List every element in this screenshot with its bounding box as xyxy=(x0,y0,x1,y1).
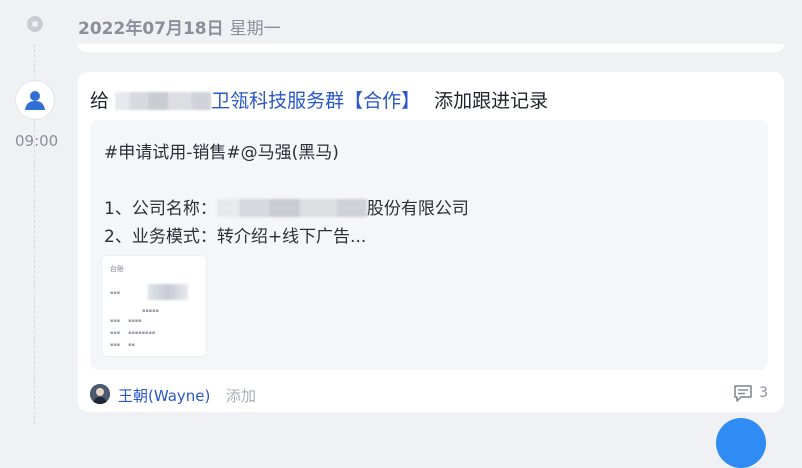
redacted-company xyxy=(216,199,367,217)
author-photo-icon xyxy=(90,384,110,404)
avatar[interactable] xyxy=(15,80,55,120)
floating-action-button[interactable] xyxy=(716,418,766,468)
thumbnail-row: ▪▪▪ ▪▪▪▪▪▪▪▪ xyxy=(110,330,156,336)
thumbnail-row: ▪▪▪▪▪ xyxy=(142,308,159,314)
content-box: #申请试用-销售#@马强(黑马) 1、公司名称： 股份有限公司 2、业务模式：转介… xyxy=(90,120,768,370)
content-line-company: 1、公司名称： 股份有限公司 xyxy=(104,194,469,219)
title-action: 添加跟进记录 xyxy=(434,90,549,112)
weekday-text: 星期一 xyxy=(229,19,281,39)
author-avatar[interactable] xyxy=(90,384,110,404)
date-header: 2022年07月18日 星期一 xyxy=(78,14,281,39)
company-suffix: 股份有限公司 xyxy=(366,199,469,219)
followup-card: 给 卫瓴科技服务群【合作】 添加跟进记录 #申请试用-销售#@马强(黑马) 1、… xyxy=(78,72,784,412)
timeline-dot-icon xyxy=(27,16,43,32)
thumbnail-row: ▪▪▪ ▪▪ xyxy=(110,342,135,348)
thumbnail-title: 台账 xyxy=(110,265,124,273)
thumbnail-row: ▪▪▪ xyxy=(110,290,121,296)
card-title: 给 卫瓴科技服务群【合作】 添加跟进记录 xyxy=(90,86,548,113)
author-name[interactable]: 王朝(Wayne) xyxy=(118,385,210,406)
title-prefix: 给 xyxy=(90,90,110,112)
attachment-thumbnail[interactable]: 台账 ▪▪▪ ▪▪▪▪▪ ▪▪▪ ▪▪▪▪ ▪▪▪ ▪▪▪▪▪▪▪▪ ▪▪▪ ▪… xyxy=(102,256,206,356)
add-button[interactable]: 添加 xyxy=(226,385,256,406)
date-text: 2022年07月18日 xyxy=(78,19,224,39)
card-footer: 王朝(Wayne) 添加 3 xyxy=(90,382,780,406)
comment-count: 3 xyxy=(759,385,768,401)
redacted-group-prefix xyxy=(115,92,212,110)
thumbnail-redacted xyxy=(148,284,188,300)
content-line-business: 2、业务模式：转介绍+线下广告... xyxy=(104,227,367,247)
previous-card-bottom xyxy=(78,44,784,52)
thumbnail-row: ▪▪▪ ▪▪▪▪ xyxy=(110,318,142,324)
entry-time: 09:00 xyxy=(15,132,59,150)
comment-button[interactable]: 3 xyxy=(733,383,768,403)
company-label: 1、公司名称： xyxy=(104,199,217,219)
comment-icon xyxy=(734,385,752,402)
user-icon xyxy=(25,91,45,110)
content-line-tag: #申请试用-销售#@马强(黑马) xyxy=(104,143,339,163)
group-link[interactable]: 卫瓴科技服务群【合作】 xyxy=(211,90,420,112)
